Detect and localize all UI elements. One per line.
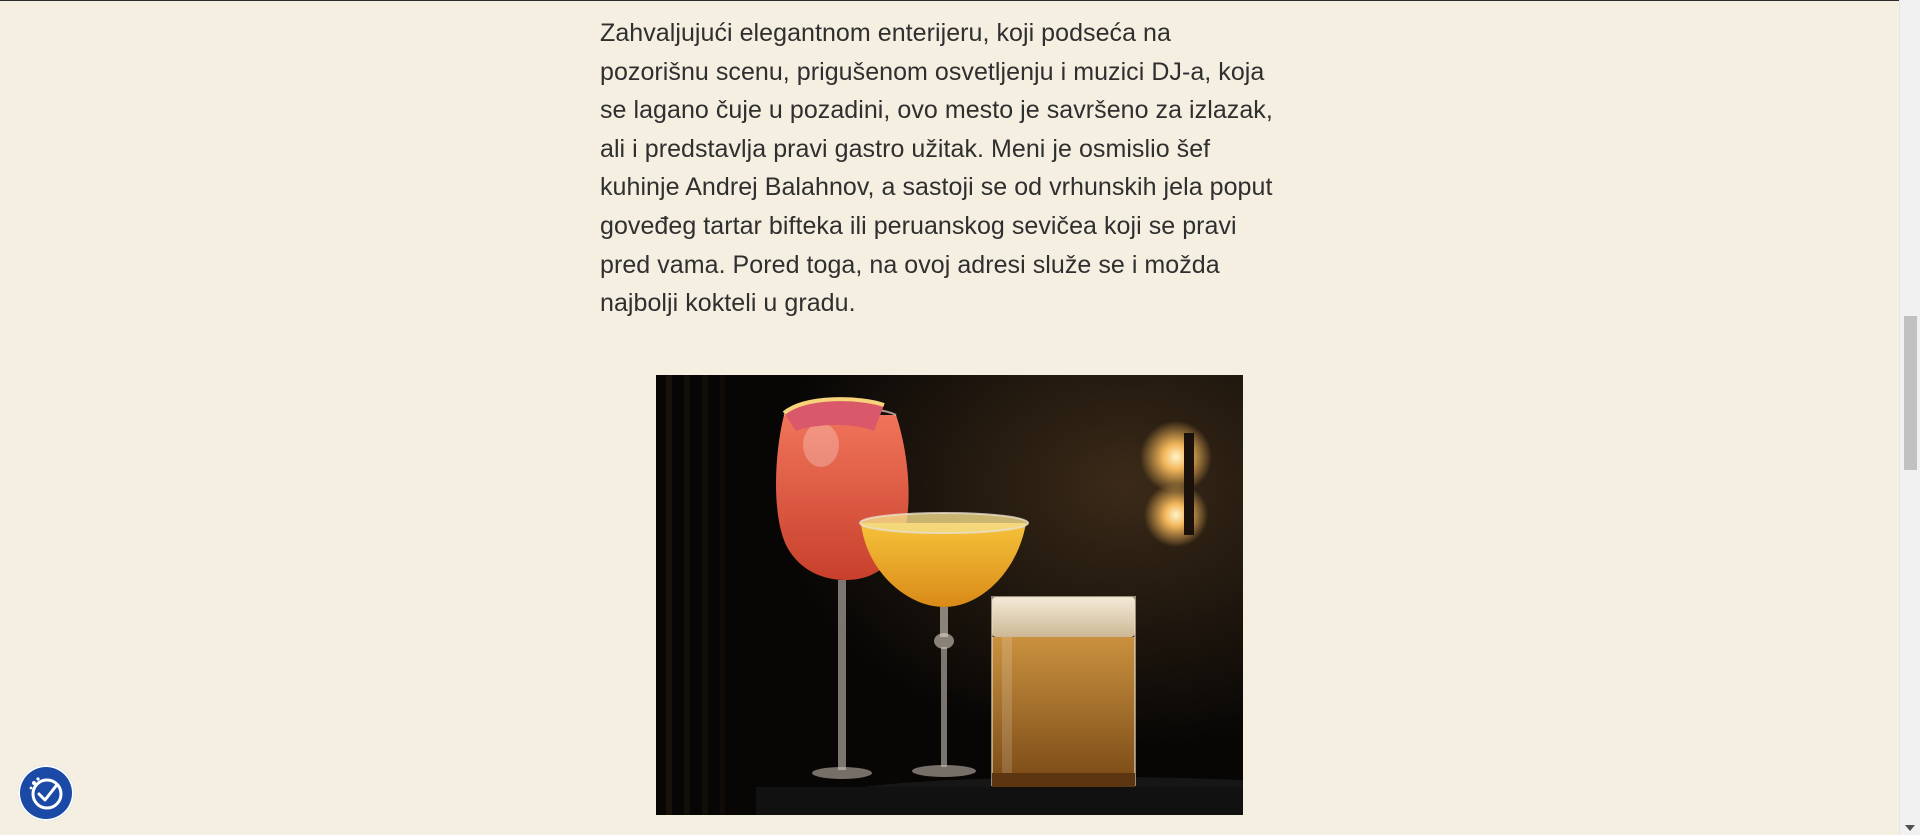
paragraph-line: kuhinje Andrej Balahnov, a sastoji se od…: [600, 173, 1273, 202]
paragraph-line: Zahvaljujući elegantnom enterijeru, koji…: [600, 19, 1171, 47]
paragraph-line: pozorišnu scenu, prigušenom osvetljenju …: [600, 57, 1265, 86]
scrollbar-thumb[interactable]: [1904, 316, 1917, 470]
cocktails-photo: [656, 375, 1243, 815]
accessibility-button[interactable]: [18, 765, 74, 821]
paragraph-line: pred vama. Pored toga, na ovoj adresi sl…: [600, 250, 1220, 279]
paragraph-line: ali i predstavlja pravi gastro užitak. M…: [600, 134, 1211, 163]
article-paragraph: Zahvaljujući elegantnom enterijeru, koji…: [600, 14, 1310, 323]
vertical-scrollbar[interactable]: [1899, 0, 1920, 835]
top-border: [0, 0, 1899, 1]
scroll-down-arrow-icon[interactable]: [1905, 825, 1915, 831]
accessibility-check-icon: [29, 777, 63, 810]
cocktails-illustration: [656, 375, 1243, 815]
article-body: Zahvaljujući elegantnom enterijeru, koji…: [600, 14, 1310, 323]
paragraph-line: se lagano čuje u pozadini, ovo mesto je …: [600, 96, 1273, 125]
paragraph-line: najbolji kokteli u gradu.: [600, 289, 856, 318]
paragraph-line: goveđeg tartar bifteka ili peruanskog se…: [600, 211, 1237, 240]
